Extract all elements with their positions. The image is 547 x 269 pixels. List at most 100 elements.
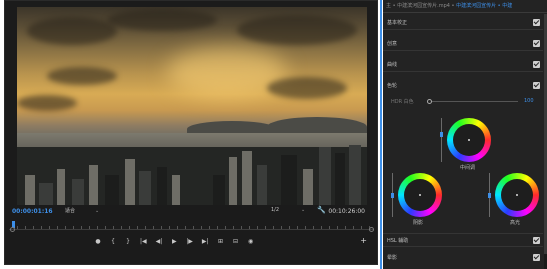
cloud (237, 15, 357, 45)
ruler-tick (161, 226, 162, 229)
ruler-tick (329, 226, 330, 229)
go-to-in-button[interactable]: |◀ (140, 237, 147, 247)
midtones-slider[interactable] (440, 118, 443, 162)
current-timecode[interactable]: 00:00:01:16 (12, 208, 53, 215)
ruler-tick (201, 226, 202, 229)
shadows-slider[interactable] (391, 173, 394, 217)
enable-checkbox[interactable] (533, 19, 540, 26)
ruler-tick (17, 226, 18, 229)
sequence-clip-tab[interactable]: 中建滨河园宣传片 • 中建 (456, 3, 512, 9)
ruler-tick (273, 226, 274, 229)
enable-checkbox[interactable] (533, 237, 540, 244)
ruler-tick (145, 226, 146, 229)
extract-button[interactable]: ⊟ (233, 237, 239, 247)
ruler-tick (89, 226, 90, 229)
slider-knob[interactable] (488, 193, 491, 198)
section-label: 创意 (387, 41, 398, 47)
ruler-tick (113, 226, 114, 229)
midtones-label: 中间调 (460, 165, 476, 171)
ruler-tick (361, 226, 362, 229)
export-frame-button[interactable]: ◉ (248, 237, 254, 247)
ruler-tick (49, 226, 50, 229)
ruler-tick (289, 226, 290, 229)
panel-focus-border (380, 0, 382, 269)
wrench-icon[interactable]: 🔧 (317, 206, 326, 214)
ruler-tick (73, 226, 74, 229)
fit-label: 适合 (65, 208, 76, 214)
zoom-scroll-right-handle[interactable] (369, 227, 374, 232)
section-creative[interactable]: 创意 (383, 37, 543, 51)
mark-out-button[interactable]: } (125, 237, 131, 247)
slider-knob[interactable] (440, 132, 443, 137)
enable-checkbox[interactable] (533, 254, 540, 261)
section-label: 晕影 (387, 255, 398, 261)
ruler-tick (281, 226, 282, 229)
ruler-tick (65, 226, 66, 229)
ruler-tick (217, 226, 218, 229)
ruler-tick (313, 226, 314, 229)
shadows-color-wheel[interactable] (398, 173, 442, 217)
ruler-tick (177, 226, 178, 229)
add-marker-button[interactable]: ● (95, 237, 101, 247)
cloud (47, 67, 117, 85)
fit-dropdown[interactable]: 适合 ⌄ (65, 207, 99, 214)
ruler-tick (105, 226, 106, 229)
clip-selector[interactable]: 主 • 中建滨河园宣传片.mp4 • 中建滨河园宣传片 • 中建 (383, 0, 547, 13)
ruler-tick (345, 226, 346, 229)
mark-in-button[interactable]: { (110, 237, 116, 247)
go-to-out-button[interactable]: ▶| (202, 237, 209, 247)
zoom-scroll-left-handle[interactable] (10, 227, 15, 232)
ruler-tick (241, 226, 242, 229)
cloud (27, 17, 117, 45)
section-label: 曲线 (387, 62, 398, 68)
ruler-tick (57, 226, 58, 229)
chevron-down-icon: ⌄ (95, 208, 100, 214)
ruler-tick (353, 226, 354, 229)
time-ruler[interactable] (9, 220, 373, 230)
section-label: 基本校正 (387, 20, 408, 26)
enable-checkbox[interactable] (533, 61, 540, 68)
step-forward-button[interactable]: |▶ (186, 237, 193, 247)
section-color-wheels[interactable]: 色轮 (383, 79, 543, 93)
video-frame[interactable] (17, 7, 367, 205)
play-button[interactable]: ▶ (171, 237, 177, 247)
ruler-tick (321, 226, 322, 229)
section-curves[interactable]: 曲线 (383, 58, 543, 72)
ruler-tick (169, 226, 170, 229)
resolution-label: 1/2 (271, 207, 280, 213)
ruler-tick (233, 226, 234, 229)
cloud (267, 77, 347, 99)
ruler-tick (337, 226, 338, 229)
step-back-button[interactable]: ◀| (156, 237, 163, 247)
ruler-tick (265, 226, 266, 229)
lift-button[interactable]: ⊞ (218, 237, 224, 247)
hdr-white-value[interactable]: 100 (524, 98, 534, 104)
ruler-tick (209, 226, 210, 229)
ruler-tick (193, 226, 194, 229)
highlights-slider[interactable] (488, 173, 491, 217)
program-monitor: 00:00:01:16 适合 ⌄ 1/2 ⌄ 🔧 00:10:26:00 ● { }… (4, 0, 378, 265)
ruler-tick (185, 226, 186, 229)
ruler-tick (137, 226, 138, 229)
midtones-color-wheel[interactable] (447, 118, 491, 162)
ruler-tick (41, 226, 42, 229)
ruler-tick (305, 226, 306, 229)
slider-knob[interactable] (391, 193, 394, 198)
shadows-label: 阴影 (413, 220, 424, 226)
ruler-tick (129, 226, 130, 229)
section-hsl-secondary[interactable]: HSL 辅助 (383, 233, 543, 247)
section-basic-correction[interactable]: 基本校正 (383, 16, 543, 30)
master-clip-tab[interactable]: 主 • 中建滨河园宣传片.mp4 (386, 3, 450, 9)
slider-knob[interactable] (427, 99, 432, 104)
ruler-tick (297, 226, 298, 229)
hdr-white-slider[interactable] (427, 99, 518, 104)
transport-controls: ● { } |◀ ◀| ▶ |▶ ▶| ⊞ ⊟ ◉ (95, 237, 295, 247)
highlights-label: 高光 (510, 220, 521, 226)
enable-checkbox[interactable] (533, 40, 540, 47)
highlights-color-wheel[interactable] (495, 173, 539, 217)
section-label: HSL 辅助 (387, 238, 409, 244)
button-editor-button[interactable]: + (360, 236, 367, 245)
enable-checkbox[interactable] (533, 82, 540, 89)
resolution-dropdown[interactable]: 1/2 ⌄ (271, 207, 305, 213)
section-vignette[interactable]: 晕影 (383, 251, 543, 265)
